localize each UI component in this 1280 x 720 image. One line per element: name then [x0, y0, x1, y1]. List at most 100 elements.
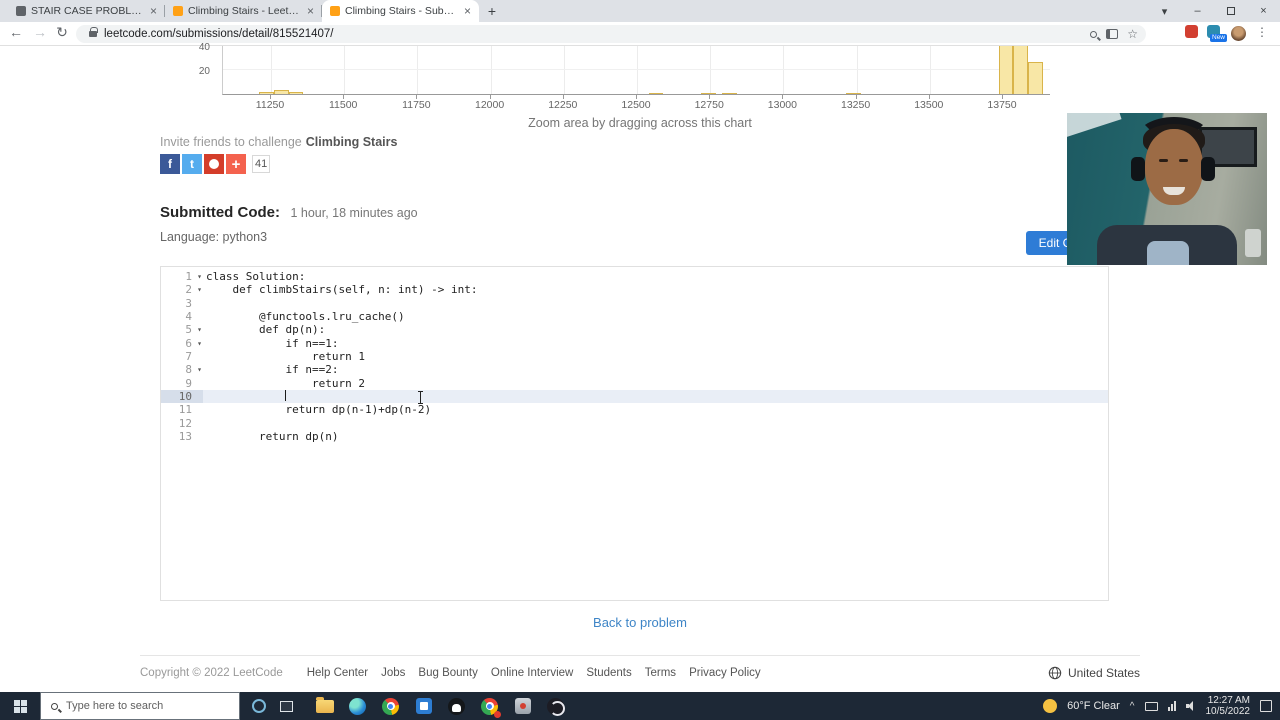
region-selector[interactable]: United States — [1048, 666, 1140, 680]
lock-icon[interactable] — [89, 27, 98, 37]
address-bar[interactable]: leetcode.com/submissions/detail/81552140… — [76, 25, 1146, 43]
reddit-share-button[interactable] — [204, 154, 224, 174]
code-line[interactable]: 6 ▾ if n==1: — [161, 337, 1108, 350]
weather-sun-icon[interactable] — [1043, 699, 1058, 713]
line-number: 3 — [185, 296, 192, 310]
line-number: 9 — [185, 376, 192, 390]
weather-text[interactable]: 60°F Clear — [1067, 700, 1120, 712]
code-line[interactable]: 7▾ return 1 — [161, 350, 1108, 363]
fold-arrow-icon[interactable]: ▾ — [197, 270, 202, 283]
zoom-icon[interactable] — [1090, 30, 1098, 38]
browser-menu-icon[interactable]: ⋮ — [1256, 25, 1268, 39]
histogram-bar — [1027, 61, 1043, 94]
footer-link[interactable]: Help Center — [307, 667, 368, 679]
code-line[interactable]: 10▾ — [161, 390, 1108, 404]
speaker-icon[interactable] — [1185, 701, 1196, 711]
fold-arrow-icon[interactable]: ▾ — [197, 363, 202, 376]
runtime-distribution-plot[interactable] — [222, 46, 1050, 95]
code-line[interactable]: 2 ▾ def climbStairs(self, n: int) -> int: — [161, 283, 1108, 296]
maximize-button[interactable] — [1214, 0, 1247, 22]
obs-studio-icon[interactable] — [546, 697, 565, 716]
edge-icon[interactable] — [348, 697, 367, 716]
line-number: 4 — [185, 310, 192, 324]
share-buttons: f t + 41 — [160, 154, 271, 174]
footer-link[interactable]: Terms — [645, 667, 676, 679]
code-line[interactable]: 5 ▾ def dp(n): — [161, 323, 1108, 336]
line-number-gutter: 3▾ — [161, 297, 203, 310]
browser-toolbar: ← → ↻ leetcode.com/submissions/detail/81… — [0, 22, 1280, 46]
histogram-bar — [288, 91, 304, 94]
github-icon[interactable] — [447, 697, 466, 716]
browser-tab[interactable]: Climbing Stairs - LeetCode × — [165, 0, 322, 22]
code-line[interactable]: 8 ▾ if n==2: — [161, 363, 1108, 376]
person-shirt — [1147, 241, 1189, 265]
cortana-icon[interactable] — [252, 699, 266, 713]
network-icon[interactable] — [1167, 701, 1176, 711]
footer-link[interactable]: Privacy Policy — [689, 667, 761, 679]
adblock-extension-icon[interactable] — [1185, 25, 1198, 38]
code-line[interactable]: 11▾ return dp(n-1)+dp(n-2) — [161, 403, 1108, 416]
fold-arrow-icon[interactable]: ▾ — [197, 283, 202, 296]
code-line[interactable]: 4▾ @functools.lru_cache() — [161, 310, 1108, 323]
x-tick-label: 12250 — [548, 99, 578, 111]
code-line[interactable]: 12▾ — [161, 417, 1108, 430]
tab-close-icon[interactable]: × — [462, 5, 473, 17]
back-icon[interactable]: ← — [6, 24, 26, 40]
start-button[interactable] — [0, 692, 40, 720]
task-view-icon[interactable] — [280, 700, 293, 712]
browser-tab[interactable]: Climbing Stairs - Submission De × — [322, 0, 479, 22]
fold-arrow-icon[interactable]: ▾ — [197, 337, 202, 350]
line-number-gutter: 7▾ — [161, 350, 203, 363]
code-editor[interactable]: 1 ▾ class Solution: 2 ▾ def climbStairs(se… — [160, 266, 1109, 601]
tab-strip: STAIR CASE PROBLEM LEETCOD! × Climbing S… — [8, 0, 505, 22]
extension-icon[interactable]: New — [1207, 25, 1228, 42]
tab-search-chevron-icon[interactable]: ▾ — [1148, 0, 1181, 22]
footer-link[interactable]: Online Interview — [491, 667, 573, 679]
x-tick-label: 12750 — [694, 99, 724, 111]
line-number-gutter: 12▾ — [161, 417, 203, 430]
twitter-share-button[interactable]: t — [182, 154, 202, 174]
fold-arrow-icon[interactable]: ▾ — [197, 323, 202, 336]
minimize-button[interactable]: – — [1181, 0, 1214, 22]
addthis-share-button[interactable]: + — [226, 154, 246, 174]
forward-icon[interactable]: → — [30, 24, 50, 40]
close-button[interactable]: × — [1247, 0, 1280, 22]
browser-tab[interactable]: STAIR CASE PROBLEM LEETCOD! × — [8, 0, 165, 22]
footer-link[interactable]: Students — [586, 667, 631, 679]
footer-link[interactable]: Jobs — [381, 667, 405, 679]
y-tick-label: 20 — [198, 66, 210, 77]
taskbar-search-input[interactable]: Type here to search — [40, 692, 240, 720]
share-count: 41 — [252, 155, 271, 173]
tab-close-icon[interactable]: × — [305, 5, 316, 17]
windows-taskbar: Type here to search 60°F Clear ^ 12:27 A… — [0, 692, 1280, 720]
tab-close-icon[interactable]: × — [148, 5, 159, 17]
facebook-share-button[interactable]: f — [160, 154, 180, 174]
store-app-icon[interactable] — [414, 697, 433, 716]
file-explorer-icon[interactable] — [315, 696, 334, 716]
chrome-icon[interactable] — [381, 697, 400, 716]
code-line[interactable]: 3▾ — [161, 297, 1108, 310]
action-center-icon[interactable] — [1260, 700, 1272, 712]
bookmark-star-icon[interactable]: ☆ — [1127, 28, 1138, 40]
back-to-problem-link[interactable]: Back to problem — [0, 615, 1280, 630]
code-text: return 1 — [206, 350, 365, 364]
webcam-overlay — [1067, 113, 1267, 265]
problem-name: Climbing Stairs — [305, 135, 398, 149]
side-panel-icon[interactable] — [1106, 29, 1119, 39]
capture-app-icon[interactable] — [513, 697, 532, 716]
tray-chevron-icon[interactable]: ^ — [1130, 701, 1135, 712]
x-tick-label: 13250 — [840, 99, 871, 111]
reload-icon[interactable]: ↻ — [52, 24, 72, 41]
submission-time: 1 hour, 18 minutes ago — [290, 206, 418, 220]
code-line[interactable]: 1 ▾ class Solution: — [161, 270, 1108, 283]
windows-logo-icon — [13, 699, 27, 713]
url-text[interactable]: leetcode.com/submissions/detail/81552140… — [104, 28, 334, 40]
new-tab-button[interactable]: + — [479, 0, 505, 22]
code-line[interactable]: 9▾ return 2 — [161, 377, 1108, 390]
profile-avatar[interactable] — [1231, 26, 1246, 41]
display-icon[interactable] — [1144, 701, 1158, 711]
taskbar-clock[interactable]: 12:27 AM 10/5/2022 — [1206, 695, 1251, 717]
chrome-secondary-icon[interactable] — [480, 697, 501, 718]
code-line[interactable]: 13▾ return dp(n) — [161, 430, 1108, 443]
footer-link[interactable]: Bug Bounty — [418, 667, 477, 679]
